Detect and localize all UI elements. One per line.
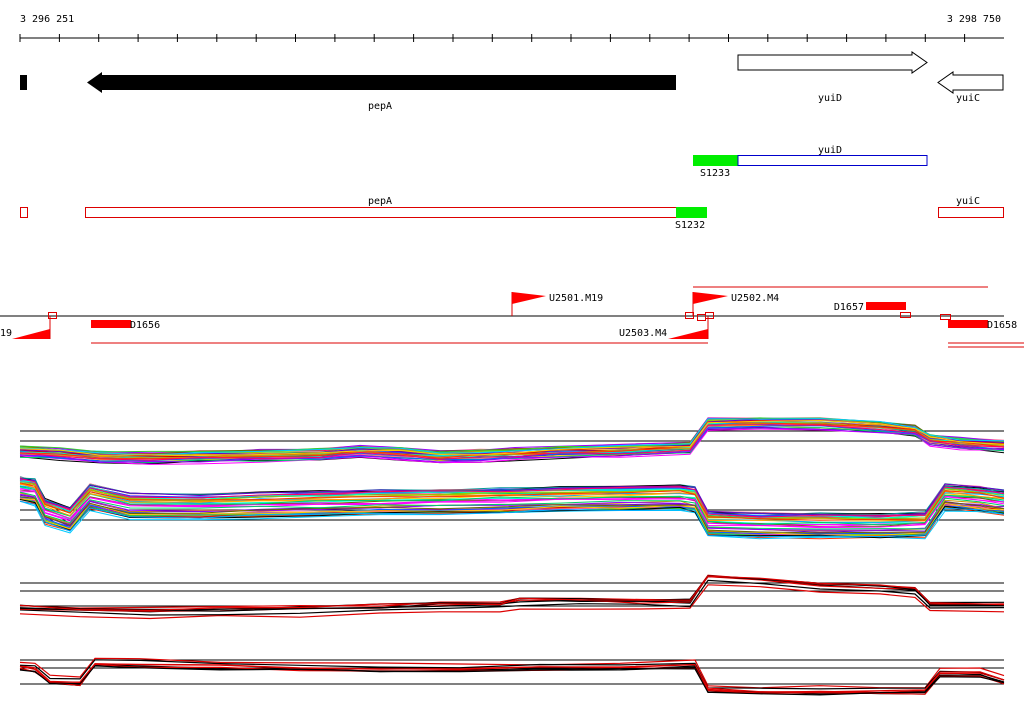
expression-profile-line <box>19 657 1005 689</box>
gene-track: pepA yuiD yuiC <box>20 51 1004 112</box>
expression-panel-1 <box>19 417 1005 465</box>
shift-track: U2501.M19 U2502.M4 U2503.M4 19 D1656 D16… <box>0 286 1024 348</box>
end-coordinate: 3 298 750 <box>947 14 1001 25</box>
panel2-profiles <box>19 476 1005 540</box>
panel4-profiles <box>19 657 1005 696</box>
expression-panel-3 <box>19 574 1005 620</box>
upshift-flag-left[interactable] <box>12 329 50 339</box>
marker-3 <box>697 314 706 321</box>
downshift-box-D1656[interactable] <box>91 320 131 328</box>
downshift-label-D1658: D1658 <box>987 320 1017 331</box>
upshift-flag-U2503[interactable] <box>668 329 708 339</box>
promoter-S1232[interactable] <box>676 207 707 218</box>
promoter-label-S1233: S1233 <box>700 168 730 179</box>
transcript-yuiD[interactable] <box>737 155 928 166</box>
downshift-box-D1658[interactable] <box>948 320 988 328</box>
transcript-pepA[interactable] <box>85 207 677 218</box>
start-coordinate: 3 296 251 <box>20 14 74 25</box>
transcript-fragment-left <box>20 207 28 218</box>
transcript-label-yuiC: yuiC <box>956 196 980 207</box>
transcript-yuiC[interactable] <box>938 207 1004 218</box>
marker-6 <box>940 314 951 320</box>
upshift-flag-U2502[interactable] <box>693 292 728 304</box>
transcript-label-yuiD: yuiD <box>818 145 842 156</box>
downshift-label-D1656: D1656 <box>130 320 160 331</box>
downshift-label-D1657: D1657 <box>834 302 864 313</box>
gene-label-yuiD: yuiD <box>818 93 842 104</box>
transcript-track: yuiD S1233 pepA S1232 yuiC <box>20 145 1004 231</box>
upshift-label-U2501: U2501.M19 <box>549 293 603 304</box>
expression-panel-2 <box>19 476 1005 540</box>
gene-label-pepA: pepA <box>368 101 392 112</box>
gene-label-yuiC: yuiC <box>956 93 980 104</box>
panel3-profiles <box>19 574 1005 620</box>
expression-panel-4 <box>19 657 1005 696</box>
upshift-label-left: 19 <box>0 328 12 339</box>
upshift-flag-U2501[interactable] <box>512 292 546 304</box>
gene-arrow-yuiD[interactable] <box>737 51 928 74</box>
coordinate-ruler: 3 296 251 3 298 750 <box>19 14 1004 42</box>
promoter-S1233[interactable] <box>693 155 738 166</box>
gene-fragment-left <box>20 75 27 90</box>
gene-arrow-pepA[interactable] <box>87 72 676 93</box>
marker-5 <box>900 312 911 318</box>
upshift-label-U2502: U2502.M4 <box>731 293 779 304</box>
downshift-box-D1657[interactable] <box>866 302 906 310</box>
transcript-label-pepA: pepA <box>368 196 392 207</box>
gene-arrow-yuiC[interactable] <box>937 71 1004 94</box>
genome-browser-view: 3 296 251 3 298 750 pepA yuiD yuiC yuiD … <box>0 14 1024 696</box>
upshift-label-U2503: U2503.M4 <box>619 328 667 339</box>
expression-profile-line <box>19 417 1005 454</box>
promoter-label-S1232: S1232 <box>675 220 705 231</box>
